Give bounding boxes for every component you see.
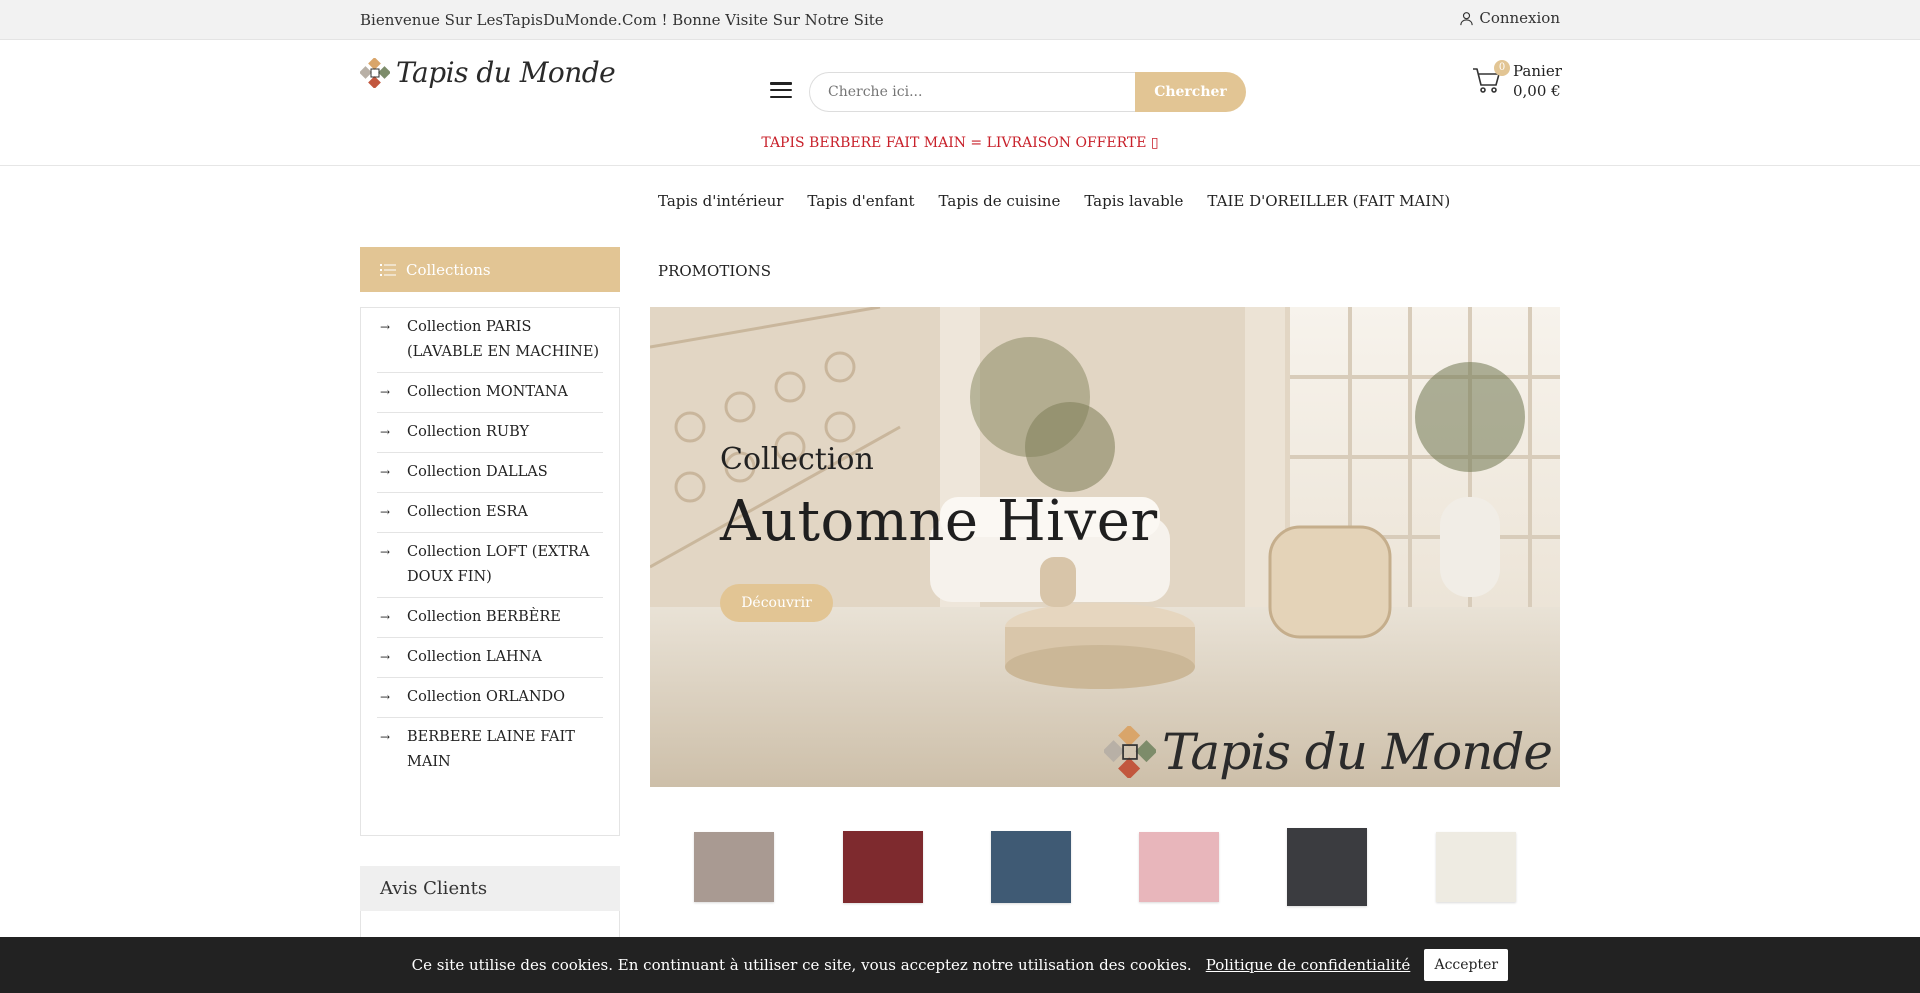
cart-count-badge: 0: [1494, 60, 1510, 76]
collection-item-label: Collection MONTANA: [407, 384, 568, 400]
hero-brand-text: Tapis du Monde: [1161, 723, 1553, 781]
collection-item-label: BERBERE LAINE FAIT MAIN: [407, 729, 575, 770]
cart-amount: 0,00 €: [1513, 82, 1561, 100]
user-icon: [1460, 11, 1474, 25]
logo-text: Tapis du Monde: [396, 56, 616, 89]
login-label: Connexion: [1479, 9, 1560, 27]
accept-cookies-button[interactable]: Accepter: [1424, 949, 1509, 981]
arrow-right-icon: →: [379, 385, 391, 399]
nav-item-lavable[interactable]: Tapis lavable: [1084, 192, 1183, 210]
hero-title: Automne Hiver: [720, 489, 1158, 554]
arrow-right-icon: →: [379, 545, 391, 559]
cookie-message: Ce site utilise des cookies. En continua…: [411, 956, 1192, 974]
collection-item[interactable]: → Collection MONTANA: [377, 373, 603, 413]
collection-item[interactable]: → Collection BERBÈRE: [377, 598, 603, 638]
collection-item-label: Collection DALLAS: [407, 464, 548, 480]
site-logo[interactable]: Tapis du Monde: [360, 56, 616, 89]
discover-button[interactable]: Découvrir: [720, 584, 833, 622]
list-icon: [380, 263, 396, 276]
collection-item[interactable]: → Collection ESRA: [377, 493, 603, 533]
menu-icon[interactable]: [770, 82, 792, 98]
collections-list: → Collection PARIS (LAVABLE EN MACHINE) →…: [360, 307, 620, 836]
collection-item[interactable]: → Collection DALLAS: [377, 453, 603, 493]
swatch-blue[interactable]: [991, 831, 1071, 903]
search-form: Chercher: [809, 72, 1246, 112]
hero-subtitle: Collection: [720, 442, 874, 477]
collection-item-label: Collection LAHNA: [407, 649, 542, 665]
nav-item-interieur[interactable]: Tapis d'intérieur: [658, 192, 783, 210]
promo-banner[interactable]: TAPIS BERBERE FAIT MAIN = LIVRAISON OFFE…: [0, 135, 1920, 151]
arrow-right-icon: →: [379, 730, 391, 744]
collection-item-label: Collection BERBÈRE: [407, 609, 561, 625]
swatch-pink[interactable]: [1139, 832, 1219, 902]
arrow-right-icon: →: [379, 465, 391, 479]
reviews-title: Avis Clients: [380, 878, 488, 899]
header-divider: [0, 165, 1920, 166]
collection-item-label: Collection PARIS (LAVABLE EN MACHINE): [407, 319, 600, 360]
privacy-policy-link[interactable]: Politique de confidentialité: [1206, 956, 1411, 974]
collections-header[interactable]: Collections: [360, 247, 620, 292]
collection-item[interactable]: → Collection RUBY: [377, 413, 603, 453]
main-nav: Tapis d'intérieur Tapis d'enfant Tapis d…: [658, 192, 1450, 210]
nav-item-enfant[interactable]: Tapis d'enfant: [807, 192, 914, 210]
swatch-red[interactable]: [843, 831, 923, 903]
arrow-right-icon: →: [379, 690, 391, 704]
logo-mark-icon: [1103, 726, 1156, 778]
color-swatches: [650, 822, 1560, 908]
collections-title: Collections: [406, 260, 491, 279]
welcome-message: Bienvenue Sur LesTapisDuMonde.Com ! Bonn…: [360, 11, 884, 29]
search-button[interactable]: Chercher: [1135, 72, 1246, 112]
collection-item[interactable]: → BERBERE LAINE FAIT MAIN: [377, 718, 603, 782]
cookie-banner: Ce site utilise des cookies. En continua…: [0, 937, 1920, 993]
login-link[interactable]: Connexion: [1459, 9, 1560, 27]
swatch-taupe[interactable]: [694, 832, 774, 902]
arrow-right-icon: →: [379, 425, 391, 439]
nav-item-promotions[interactable]: PROMOTIONS: [658, 262, 771, 280]
collection-item[interactable]: → Collection LOFT (EXTRA DOUX FIN): [377, 533, 603, 598]
collection-item[interactable]: → Collection LAHNA: [377, 638, 603, 678]
nav-item-cuisine[interactable]: Tapis de cuisine: [939, 192, 1061, 210]
collection-item-label: Collection RUBY: [407, 424, 530, 440]
search-input[interactable]: [809, 72, 1135, 112]
collection-item-label: Collection ORLANDO: [407, 689, 566, 705]
collection-item-label: Collection LOFT (EXTRA DOUX FIN): [407, 544, 590, 585]
top-bar: Bienvenue Sur LesTapisDuMonde.Com ! Bonn…: [0, 0, 1920, 40]
swatch-charcoal[interactable]: [1287, 828, 1367, 906]
collection-item[interactable]: → Collection PARIS (LAVABLE EN MACHINE): [377, 308, 603, 373]
collection-item[interactable]: → Collection ORLANDO: [377, 678, 603, 718]
cart-button[interactable]: 0 Panier 0,00 €: [1471, 60, 1562, 104]
collection-item-label: Collection ESRA: [407, 504, 528, 520]
arrow-right-icon: →: [379, 320, 391, 334]
swatch-cream[interactable]: [1436, 832, 1516, 902]
arrow-right-icon: →: [379, 650, 391, 664]
hero-brand: Tapis du Monde: [1103, 723, 1553, 781]
arrow-right-icon: →: [379, 505, 391, 519]
hero-banner[interactable]: Collection Automne Hiver Découvrir Tapis…: [650, 307, 1560, 787]
arrow-right-icon: →: [379, 610, 391, 624]
cart-label: Panier: [1513, 62, 1562, 80]
nav-item-taie-oreiller[interactable]: TAIE D'OREILLER (FAIT MAIN): [1207, 192, 1450, 210]
reviews-header: Avis Clients: [360, 866, 620, 911]
logo-mark-icon: [360, 57, 390, 88]
